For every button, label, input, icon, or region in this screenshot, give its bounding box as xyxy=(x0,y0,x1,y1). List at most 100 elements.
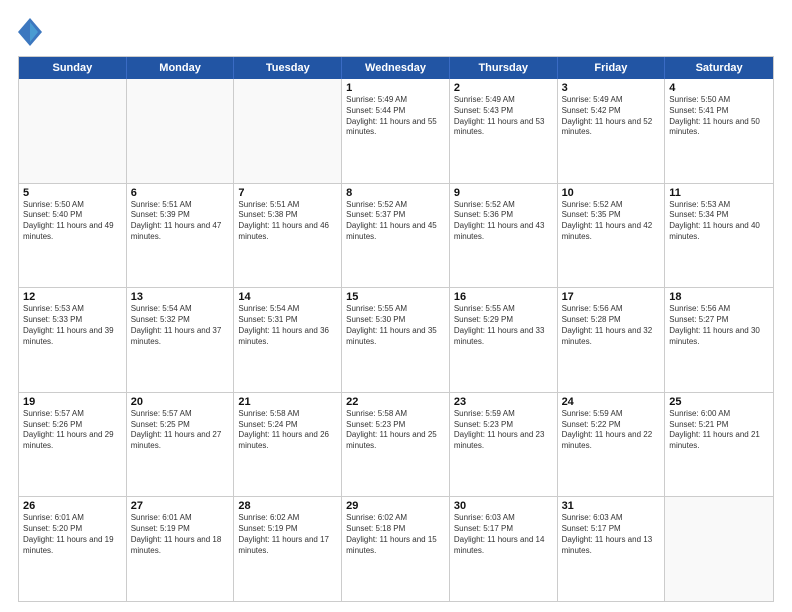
cal-cell-2-3: 7Sunrise: 5:51 AMSunset: 5:38 PMDaylight… xyxy=(234,184,342,288)
cal-cell-5-2: 27Sunrise: 6:01 AMSunset: 5:19 PMDayligh… xyxy=(127,497,235,601)
cell-info: Sunrise: 5:58 AMSunset: 5:23 PMDaylight:… xyxy=(346,409,445,452)
cell-info: Sunrise: 5:59 AMSunset: 5:22 PMDaylight:… xyxy=(562,409,661,452)
day-number: 7 xyxy=(238,187,337,199)
day-number: 13 xyxy=(131,291,230,303)
cal-cell-5-6: 31Sunrise: 6:03 AMSunset: 5:17 PMDayligh… xyxy=(558,497,666,601)
calendar-body: 1Sunrise: 5:49 AMSunset: 5:44 PMDaylight… xyxy=(19,79,773,601)
day-number: 31 xyxy=(562,500,661,512)
week-row-1: 1Sunrise: 5:49 AMSunset: 5:44 PMDaylight… xyxy=(19,79,773,183)
cal-cell-3-2: 13Sunrise: 5:54 AMSunset: 5:32 PMDayligh… xyxy=(127,288,235,392)
cell-info: Sunrise: 5:50 AMSunset: 5:41 PMDaylight:… xyxy=(669,95,769,138)
day-number: 19 xyxy=(23,396,122,408)
cal-cell-4-1: 19Sunrise: 5:57 AMSunset: 5:26 PMDayligh… xyxy=(19,393,127,497)
cell-info: Sunrise: 5:58 AMSunset: 5:24 PMDaylight:… xyxy=(238,409,337,452)
cell-info: Sunrise: 5:50 AMSunset: 5:40 PMDaylight:… xyxy=(23,200,122,243)
cal-cell-2-5: 9Sunrise: 5:52 AMSunset: 5:36 PMDaylight… xyxy=(450,184,558,288)
day-number: 20 xyxy=(131,396,230,408)
cal-cell-2-7: 11Sunrise: 5:53 AMSunset: 5:34 PMDayligh… xyxy=(665,184,773,288)
day-number: 24 xyxy=(562,396,661,408)
cell-info: Sunrise: 5:53 AMSunset: 5:34 PMDaylight:… xyxy=(669,200,769,243)
week-row-3: 12Sunrise: 5:53 AMSunset: 5:33 PMDayligh… xyxy=(19,287,773,392)
cal-cell-4-5: 23Sunrise: 5:59 AMSunset: 5:23 PMDayligh… xyxy=(450,393,558,497)
day-number: 27 xyxy=(131,500,230,512)
day-number: 6 xyxy=(131,187,230,199)
cell-info: Sunrise: 5:54 AMSunset: 5:31 PMDaylight:… xyxy=(238,304,337,347)
cal-cell-4-2: 20Sunrise: 5:57 AMSunset: 5:25 PMDayligh… xyxy=(127,393,235,497)
logo xyxy=(18,18,46,46)
cal-cell-2-1: 5Sunrise: 5:50 AMSunset: 5:40 PMDaylight… xyxy=(19,184,127,288)
cell-info: Sunrise: 5:49 AMSunset: 5:43 PMDaylight:… xyxy=(454,95,553,138)
week-row-5: 26Sunrise: 6:01 AMSunset: 5:20 PMDayligh… xyxy=(19,496,773,601)
cal-cell-3-3: 14Sunrise: 5:54 AMSunset: 5:31 PMDayligh… xyxy=(234,288,342,392)
cell-info: Sunrise: 5:57 AMSunset: 5:26 PMDaylight:… xyxy=(23,409,122,452)
day-number: 28 xyxy=(238,500,337,512)
day-number: 30 xyxy=(454,500,553,512)
cal-cell-2-2: 6Sunrise: 5:51 AMSunset: 5:39 PMDaylight… xyxy=(127,184,235,288)
day-number: 26 xyxy=(23,500,122,512)
page: SundayMondayTuesdayWednesdayThursdayFrid… xyxy=(0,0,792,612)
cell-info: Sunrise: 6:01 AMSunset: 5:20 PMDaylight:… xyxy=(23,513,122,556)
header-day-thursday: Thursday xyxy=(450,57,558,79)
cal-cell-1-2 xyxy=(127,79,235,183)
cal-cell-3-5: 16Sunrise: 5:55 AMSunset: 5:29 PMDayligh… xyxy=(450,288,558,392)
day-number: 8 xyxy=(346,187,445,199)
cal-cell-5-5: 30Sunrise: 6:03 AMSunset: 5:17 PMDayligh… xyxy=(450,497,558,601)
day-number: 17 xyxy=(562,291,661,303)
cal-cell-1-7: 4Sunrise: 5:50 AMSunset: 5:41 PMDaylight… xyxy=(665,79,773,183)
header-day-sunday: Sunday xyxy=(19,57,127,79)
day-number: 2 xyxy=(454,82,553,94)
cal-cell-4-7: 25Sunrise: 6:00 AMSunset: 5:21 PMDayligh… xyxy=(665,393,773,497)
cal-cell-4-4: 22Sunrise: 5:58 AMSunset: 5:23 PMDayligh… xyxy=(342,393,450,497)
day-number: 15 xyxy=(346,291,445,303)
cell-info: Sunrise: 5:56 AMSunset: 5:27 PMDaylight:… xyxy=(669,304,769,347)
cal-cell-4-3: 21Sunrise: 5:58 AMSunset: 5:24 PMDayligh… xyxy=(234,393,342,497)
header-day-wednesday: Wednesday xyxy=(342,57,450,79)
cell-info: Sunrise: 6:03 AMSunset: 5:17 PMDaylight:… xyxy=(562,513,661,556)
cell-info: Sunrise: 6:02 AMSunset: 5:19 PMDaylight:… xyxy=(238,513,337,556)
day-number: 5 xyxy=(23,187,122,199)
cal-cell-5-7 xyxy=(665,497,773,601)
cal-cell-4-6: 24Sunrise: 5:59 AMSunset: 5:22 PMDayligh… xyxy=(558,393,666,497)
day-number: 10 xyxy=(562,187,661,199)
logo-icon xyxy=(18,18,42,46)
day-number: 18 xyxy=(669,291,769,303)
cell-info: Sunrise: 5:52 AMSunset: 5:35 PMDaylight:… xyxy=(562,200,661,243)
cell-info: Sunrise: 5:55 AMSunset: 5:30 PMDaylight:… xyxy=(346,304,445,347)
cal-cell-5-3: 28Sunrise: 6:02 AMSunset: 5:19 PMDayligh… xyxy=(234,497,342,601)
header xyxy=(18,18,774,46)
cal-cell-3-1: 12Sunrise: 5:53 AMSunset: 5:33 PMDayligh… xyxy=(19,288,127,392)
day-number: 21 xyxy=(238,396,337,408)
day-number: 16 xyxy=(454,291,553,303)
cell-info: Sunrise: 5:51 AMSunset: 5:39 PMDaylight:… xyxy=(131,200,230,243)
header-day-friday: Friday xyxy=(558,57,666,79)
cal-cell-5-4: 29Sunrise: 6:02 AMSunset: 5:18 PMDayligh… xyxy=(342,497,450,601)
cal-cell-1-3 xyxy=(234,79,342,183)
day-number: 4 xyxy=(669,82,769,94)
day-number: 1 xyxy=(346,82,445,94)
day-number: 23 xyxy=(454,396,553,408)
cell-info: Sunrise: 6:01 AMSunset: 5:19 PMDaylight:… xyxy=(131,513,230,556)
cell-info: Sunrise: 5:49 AMSunset: 5:42 PMDaylight:… xyxy=(562,95,661,138)
header-day-saturday: Saturday xyxy=(665,57,773,79)
cal-cell-3-4: 15Sunrise: 5:55 AMSunset: 5:30 PMDayligh… xyxy=(342,288,450,392)
cell-info: Sunrise: 5:56 AMSunset: 5:28 PMDaylight:… xyxy=(562,304,661,347)
cell-info: Sunrise: 6:02 AMSunset: 5:18 PMDaylight:… xyxy=(346,513,445,556)
day-number: 14 xyxy=(238,291,337,303)
calendar-header: SundayMondayTuesdayWednesdayThursdayFrid… xyxy=(19,57,773,79)
cal-cell-1-6: 3Sunrise: 5:49 AMSunset: 5:42 PMDaylight… xyxy=(558,79,666,183)
header-day-monday: Monday xyxy=(127,57,235,79)
cal-cell-1-5: 2Sunrise: 5:49 AMSunset: 5:43 PMDaylight… xyxy=(450,79,558,183)
cell-info: Sunrise: 5:53 AMSunset: 5:33 PMDaylight:… xyxy=(23,304,122,347)
cal-cell-2-4: 8Sunrise: 5:52 AMSunset: 5:37 PMDaylight… xyxy=(342,184,450,288)
cal-cell-2-6: 10Sunrise: 5:52 AMSunset: 5:35 PMDayligh… xyxy=(558,184,666,288)
day-number: 22 xyxy=(346,396,445,408)
cell-info: Sunrise: 6:03 AMSunset: 5:17 PMDaylight:… xyxy=(454,513,553,556)
week-row-4: 19Sunrise: 5:57 AMSunset: 5:26 PMDayligh… xyxy=(19,392,773,497)
day-number: 25 xyxy=(669,396,769,408)
day-number: 11 xyxy=(669,187,769,199)
cell-info: Sunrise: 5:52 AMSunset: 5:36 PMDaylight:… xyxy=(454,200,553,243)
cell-info: Sunrise: 5:49 AMSunset: 5:44 PMDaylight:… xyxy=(346,95,445,138)
day-number: 29 xyxy=(346,500,445,512)
cal-cell-5-1: 26Sunrise: 6:01 AMSunset: 5:20 PMDayligh… xyxy=(19,497,127,601)
day-number: 12 xyxy=(23,291,122,303)
